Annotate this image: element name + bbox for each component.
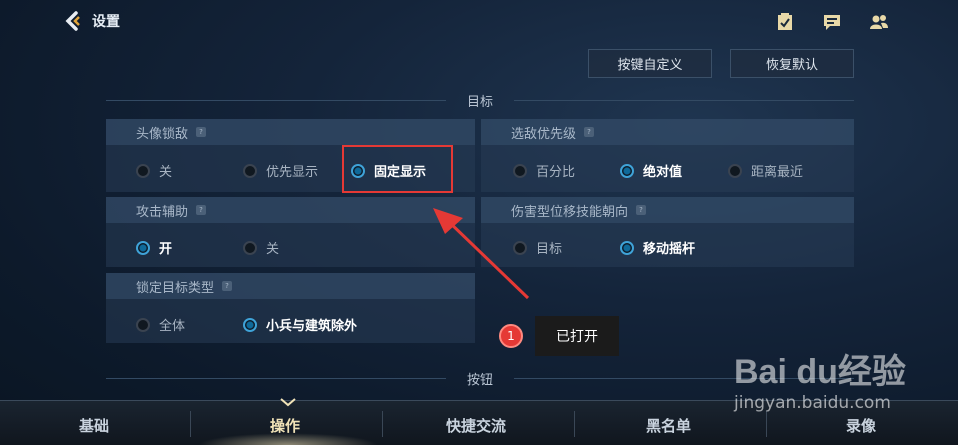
panel-title: 攻击辅助? <box>106 197 475 223</box>
radio-button[interactable] <box>728 163 742 178</box>
restore-default-button[interactable]: 恢复默认 <box>730 49 854 78</box>
top-bar: 设置 <box>0 0 958 44</box>
divider <box>106 377 446 379</box>
panel-title: 选敌优先级? <box>481 119 854 145</box>
arrow-icon <box>433 208 530 300</box>
section-title: 目标 <box>466 94 493 110</box>
radio-button[interactable] <box>513 163 527 178</box>
page-title: 设置 <box>92 14 120 30</box>
divider <box>574 411 575 437</box>
option-on[interactable]: 开 <box>136 238 172 257</box>
option-priority-display[interactable]: 优先显示 <box>243 161 318 180</box>
panel-title: 头像锁敌? <box>106 119 475 145</box>
chat-icon[interactable] <box>822 12 842 32</box>
divider <box>106 99 446 101</box>
panel-enemy-priority: 选敌优先级? 百分比 绝对值 距离最近 <box>481 119 854 192</box>
option-off[interactable]: 关 <box>243 238 279 257</box>
option-percentage[interactable]: 百分比 <box>513 161 575 180</box>
help-icon[interactable]: ? <box>196 127 207 137</box>
help-icon[interactable]: ? <box>196 205 207 215</box>
highlight-box <box>342 145 453 193</box>
help-icon[interactable]: ? <box>636 205 647 215</box>
option-all[interactable]: 全体 <box>136 315 185 334</box>
tab-basic[interactable]: 基础 <box>79 415 109 436</box>
option-off[interactable]: 关 <box>136 161 172 180</box>
radio-button[interactable] <box>243 163 257 178</box>
baidu-watermark: Bai du经验 jingyan.baidu.com <box>734 344 906 413</box>
panel-title: 锁定目标类型? <box>106 273 475 299</box>
divider <box>190 411 191 437</box>
panel-attack-assist: 攻击辅助? 开 关 <box>106 197 475 267</box>
radio-button[interactable] <box>136 240 150 255</box>
option-nearest[interactable]: 距离最近 <box>728 161 803 180</box>
divider <box>766 411 767 437</box>
option-joystick[interactable]: 移动摇杆 <box>620 238 695 257</box>
callout-label: 已打开 <box>535 316 619 356</box>
option-exclude-minions-buildings[interactable]: 小兵与建筑除外 <box>243 315 357 334</box>
help-icon[interactable]: ? <box>222 281 233 291</box>
divider <box>514 99 854 101</box>
radio-button[interactable] <box>243 240 257 255</box>
divider <box>382 411 383 437</box>
back-icon[interactable] <box>62 10 84 32</box>
section-target: 目标 <box>106 90 854 110</box>
radio-button[interactable] <box>136 317 150 332</box>
panel-lock-target-type: 锁定目标类型? 全体 小兵与建筑除外 <box>106 273 475 343</box>
task-icon[interactable] <box>775 12 795 32</box>
tab-operation[interactable]: 操作 <box>270 415 300 436</box>
chevron-down-icon <box>280 398 296 407</box>
radio-button[interactable] <box>136 163 150 178</box>
watermark-brand: Bai du经验 <box>734 353 906 391</box>
tab-quick-chat[interactable]: 快捷交流 <box>446 415 506 436</box>
section-title: 按钮 <box>466 372 493 388</box>
radio-button[interactable] <box>620 240 634 255</box>
option-absolute[interactable]: 绝对值 <box>620 161 682 180</box>
step-badge: 1 <box>499 324 523 348</box>
tab-replay[interactable]: 录像 <box>846 415 876 436</box>
watermark-url: jingyan.baidu.com <box>734 393 891 413</box>
tab-blacklist[interactable]: 黑名单 <box>646 415 691 436</box>
friends-icon[interactable] <box>869 12 889 32</box>
radio-button[interactable] <box>243 317 257 332</box>
custom-keys-button[interactable]: 按键自定义 <box>588 49 712 78</box>
panel-skill-direction: 伤害型位移技能朝向? 目标 移动摇杆 <box>481 197 854 267</box>
panel-title: 伤害型位移技能朝向? <box>481 197 854 223</box>
radio-button[interactable] <box>620 163 634 178</box>
help-icon[interactable]: ? <box>584 127 595 137</box>
